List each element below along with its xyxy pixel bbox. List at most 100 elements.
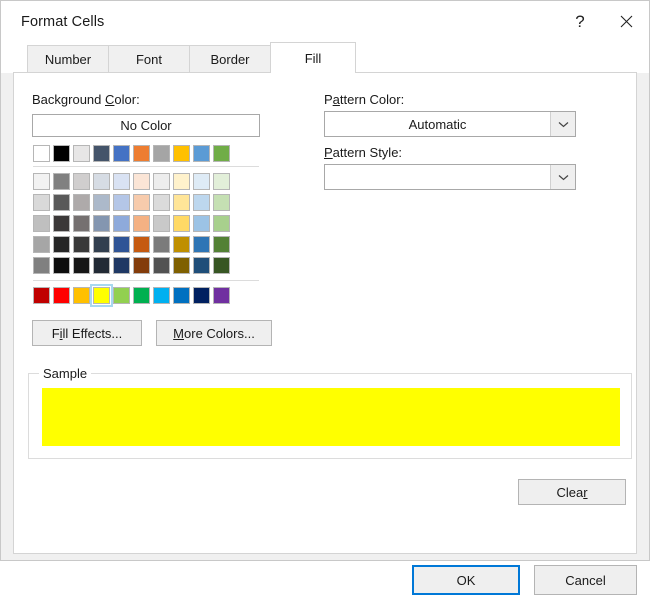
palette-divider-bottom xyxy=(33,280,259,281)
color-swatch[interactable] xyxy=(173,236,190,253)
color-swatch[interactable] xyxy=(73,215,90,232)
color-swatch[interactable] xyxy=(173,257,190,274)
color-swatch[interactable] xyxy=(73,194,90,211)
color-swatch[interactable] xyxy=(193,173,210,190)
color-swatch[interactable] xyxy=(93,194,110,211)
no-color-button[interactable]: No Color xyxy=(32,114,260,137)
color-swatch[interactable] xyxy=(173,215,190,232)
color-swatch[interactable] xyxy=(153,257,170,274)
color-swatch[interactable] xyxy=(133,287,150,304)
color-swatch[interactable] xyxy=(73,257,90,274)
pattern-style-value xyxy=(325,165,550,189)
pattern-style-dropdown[interactable] xyxy=(324,164,576,190)
color-swatch[interactable] xyxy=(133,194,150,211)
color-swatch[interactable] xyxy=(73,236,90,253)
tab-border[interactable]: Border xyxy=(189,45,271,73)
color-swatch[interactable] xyxy=(53,236,70,253)
color-swatch[interactable] xyxy=(213,257,230,274)
color-swatch[interactable] xyxy=(133,236,150,253)
color-swatch[interactable] xyxy=(53,287,70,304)
color-swatch[interactable] xyxy=(113,257,130,274)
color-swatch[interactable] xyxy=(213,215,230,232)
ok-button[interactable]: OK xyxy=(412,565,520,595)
pattern-color-dropdown[interactable]: Automatic xyxy=(324,111,576,137)
color-swatch[interactable] xyxy=(213,194,230,211)
color-swatch[interactable] xyxy=(93,257,110,274)
color-swatch[interactable] xyxy=(33,194,50,211)
color-swatch[interactable] xyxy=(193,236,210,253)
color-swatch[interactable] xyxy=(193,194,210,211)
color-swatch[interactable] xyxy=(33,145,50,162)
color-swatch[interactable] xyxy=(113,145,130,162)
color-swatch[interactable] xyxy=(93,215,110,232)
color-swatch[interactable] xyxy=(173,194,190,211)
theme-tint-row-1 xyxy=(33,171,230,192)
color-swatch[interactable] xyxy=(73,287,90,304)
color-swatch[interactable] xyxy=(153,194,170,211)
pattern-color-label: Pattern Color: xyxy=(324,92,404,107)
color-swatch[interactable] xyxy=(53,257,70,274)
color-swatch[interactable] xyxy=(33,215,50,232)
color-swatch[interactable] xyxy=(33,287,50,304)
help-icon[interactable]: ? xyxy=(557,1,603,42)
color-swatch[interactable] xyxy=(53,215,70,232)
color-swatch[interactable] xyxy=(153,236,170,253)
chevron-down-icon xyxy=(550,165,575,189)
color-swatch[interactable] xyxy=(93,287,110,304)
color-swatch[interactable] xyxy=(173,287,190,304)
clear-button[interactable]: Clear xyxy=(518,479,626,505)
color-swatch[interactable] xyxy=(133,257,150,274)
color-swatch[interactable] xyxy=(193,145,210,162)
color-swatch[interactable] xyxy=(53,145,70,162)
color-swatch[interactable] xyxy=(133,145,150,162)
color-swatch[interactable] xyxy=(133,173,150,190)
theme-tint-row-4 xyxy=(33,234,230,255)
color-swatch[interactable] xyxy=(73,173,90,190)
color-swatch[interactable] xyxy=(33,257,50,274)
color-swatch[interactable] xyxy=(113,173,130,190)
color-swatch[interactable] xyxy=(53,194,70,211)
color-swatch[interactable] xyxy=(213,236,230,253)
color-swatch[interactable] xyxy=(193,257,210,274)
color-swatch[interactable] xyxy=(153,173,170,190)
color-swatch[interactable] xyxy=(113,287,130,304)
color-swatch[interactable] xyxy=(93,145,110,162)
color-swatch[interactable] xyxy=(153,145,170,162)
theme-tint-row-5 xyxy=(33,255,230,276)
color-swatch[interactable] xyxy=(93,236,110,253)
color-swatch[interactable] xyxy=(173,173,190,190)
color-swatch[interactable] xyxy=(113,215,130,232)
tab-number[interactable]: Number xyxy=(27,45,109,73)
color-swatch[interactable] xyxy=(213,145,230,162)
fill-effects-button[interactable]: Fill Effects... xyxy=(32,320,142,346)
dialog-footer: OK Cancel xyxy=(1,554,649,560)
cancel-button[interactable]: Cancel xyxy=(534,565,637,595)
tab-font[interactable]: Font xyxy=(108,45,190,73)
title-bar-buttons: ? xyxy=(557,1,649,42)
color-swatch[interactable] xyxy=(213,173,230,190)
color-swatch[interactable] xyxy=(193,287,210,304)
color-swatch[interactable] xyxy=(173,145,190,162)
color-swatch[interactable] xyxy=(53,173,70,190)
close-icon[interactable] xyxy=(603,1,649,42)
color-swatch[interactable] xyxy=(193,215,210,232)
chevron-down-icon xyxy=(550,112,575,136)
color-swatch[interactable] xyxy=(153,287,170,304)
page-title: Format Cells xyxy=(21,14,104,30)
color-swatch[interactable] xyxy=(113,194,130,211)
sample-group: Sample xyxy=(28,373,632,459)
color-swatch[interactable] xyxy=(73,145,90,162)
color-swatch[interactable] xyxy=(153,215,170,232)
tab-fill[interactable]: Fill xyxy=(270,42,356,73)
theme-tints-palette xyxy=(33,171,230,276)
color-swatch[interactable] xyxy=(33,173,50,190)
pattern-color-value: Automatic xyxy=(325,112,550,136)
theme-colors-palette xyxy=(33,143,230,164)
more-colors-button[interactable]: More Colors... xyxy=(156,320,272,346)
color-swatch[interactable] xyxy=(213,287,230,304)
color-swatch[interactable] xyxy=(133,215,150,232)
pattern-style-label: Pattern Style: xyxy=(324,145,402,160)
color-swatch[interactable] xyxy=(33,236,50,253)
color-swatch[interactable] xyxy=(93,173,110,190)
color-swatch[interactable] xyxy=(113,236,130,253)
